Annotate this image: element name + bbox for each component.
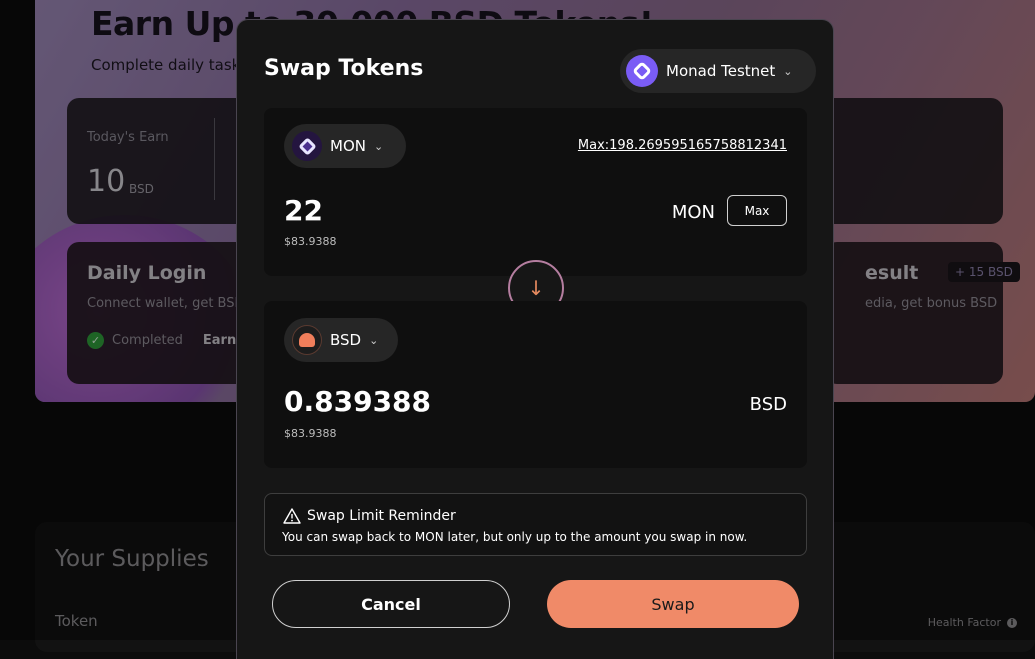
mon-token-icon (292, 131, 322, 161)
swap-tokens-modal: Swap Tokens Monad Testnet ⌄ MON ⌄ Max:19… (236, 19, 834, 659)
to-token-name: BSD (330, 331, 362, 349)
swap-button[interactable]: Swap (547, 580, 799, 628)
network-label: Monad Testnet (666, 62, 776, 80)
bsd-token-icon (292, 325, 322, 355)
swap-from-panel: MON ⌄ Max:198.26959516575881234​1 22 $83… (264, 108, 807, 276)
from-token-name: MON (330, 137, 366, 155)
max-balance-link[interactable]: Max:198.26959516575881234​1 (578, 138, 787, 153)
to-usd-value: $83.9388 (284, 427, 337, 440)
chevron-down-icon: ⌄ (373, 139, 384, 153)
to-token-selector[interactable]: BSD ⌄ (284, 318, 398, 362)
network-selector[interactable]: Monad Testnet ⌄ (620, 49, 816, 93)
modal-title: Swap Tokens (264, 56, 424, 81)
warning-icon (283, 508, 301, 524)
monad-logo-icon (626, 55, 658, 87)
from-usd-value: $83.9388 (284, 235, 337, 248)
to-unit-label: BSD (749, 394, 787, 415)
max-button[interactable]: Max (727, 195, 787, 226)
to-amount: 0.839388 (284, 385, 432, 418)
reminder-title: Swap Limit Reminder (307, 508, 456, 524)
cancel-button[interactable]: Cancel (272, 580, 510, 628)
from-amount-input[interactable]: 22 (284, 194, 323, 227)
reminder-title-row: Swap Limit Reminder (283, 508, 456, 524)
chevron-down-icon: ⌄ (783, 64, 793, 78)
swap-limit-reminder: Swap Limit Reminder You can swap back to… (264, 493, 807, 556)
chevron-down-icon: ⌄ (369, 333, 379, 347)
from-unit-label: MON (671, 202, 715, 223)
swap-to-panel: BSD ⌄ 0.839388 $83.9388 BSD (264, 301, 807, 468)
from-token-selector[interactable]: MON ⌄ (284, 124, 406, 168)
arrow-down-icon: ↓ (527, 276, 545, 300)
reminder-text: You can swap back to MON later, but only… (282, 530, 748, 544)
